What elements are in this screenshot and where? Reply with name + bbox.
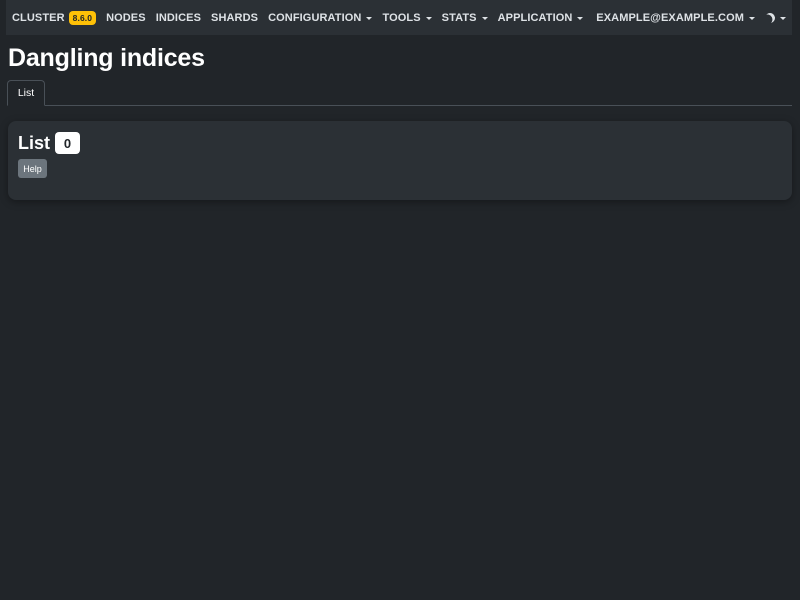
nav-shards[interactable]: SHARDS	[211, 12, 258, 24]
top-navbar: CLUSTER 8.6.0 NODES INDICES SHARDS CONFI…	[6, 0, 792, 35]
moon-icon	[763, 11, 777, 25]
nav-stats-label: STATS	[441, 11, 477, 24]
nav-indices[interactable]: INDICES	[156, 12, 201, 24]
user-menu-dropdown[interactable]: EXAMPLE@EXAMPLE.COM	[596, 12, 755, 24]
help-button[interactable]: Help	[18, 159, 47, 178]
card-header: List 0	[18, 132, 81, 154]
chevron-down-icon	[577, 16, 584, 20]
nav-cluster[interactable]: CLUSTER 8.6.0	[12, 10, 97, 25]
chevron-down-icon	[481, 16, 488, 20]
chevron-down-icon	[749, 16, 755, 20]
cluster-version-badge: 8.6.0	[68, 10, 97, 25]
chevron-down-icon	[425, 16, 432, 20]
nav-application-label: APPLICATION	[497, 11, 573, 24]
theme-toggle-dropdown[interactable]	[765, 13, 786, 23]
count-badge: 0	[55, 132, 81, 154]
chevron-down-icon	[366, 16, 373, 20]
nav-configuration-dropdown[interactable]: CONFIGURATION	[268, 11, 373, 24]
nav-nodes[interactable]: NODES	[106, 12, 146, 24]
nav-cluster-label: CLUSTER	[12, 11, 65, 24]
tab-bar: List	[7, 80, 792, 106]
nav-tools-dropdown[interactable]: TOOLS	[382, 11, 432, 24]
tab-list[interactable]: List	[7, 80, 45, 106]
nav-configuration-label: CONFIGURATION	[268, 11, 362, 24]
card-title: List	[18, 132, 51, 153]
nav-application-dropdown[interactable]: APPLICATION	[498, 12, 584, 24]
chevron-down-icon	[780, 16, 786, 20]
nav-tools-label: TOOLS	[382, 11, 421, 24]
list-card: List 0 Help	[8, 121, 792, 200]
user-email-label: EXAMPLE@EXAMPLE.COM	[596, 11, 744, 24]
nav-stats-dropdown[interactable]: STATS	[442, 12, 488, 24]
page-title: Dangling indices	[8, 44, 205, 72]
nav-right-group: EXAMPLE@EXAMPLE.COM	[596, 12, 786, 24]
